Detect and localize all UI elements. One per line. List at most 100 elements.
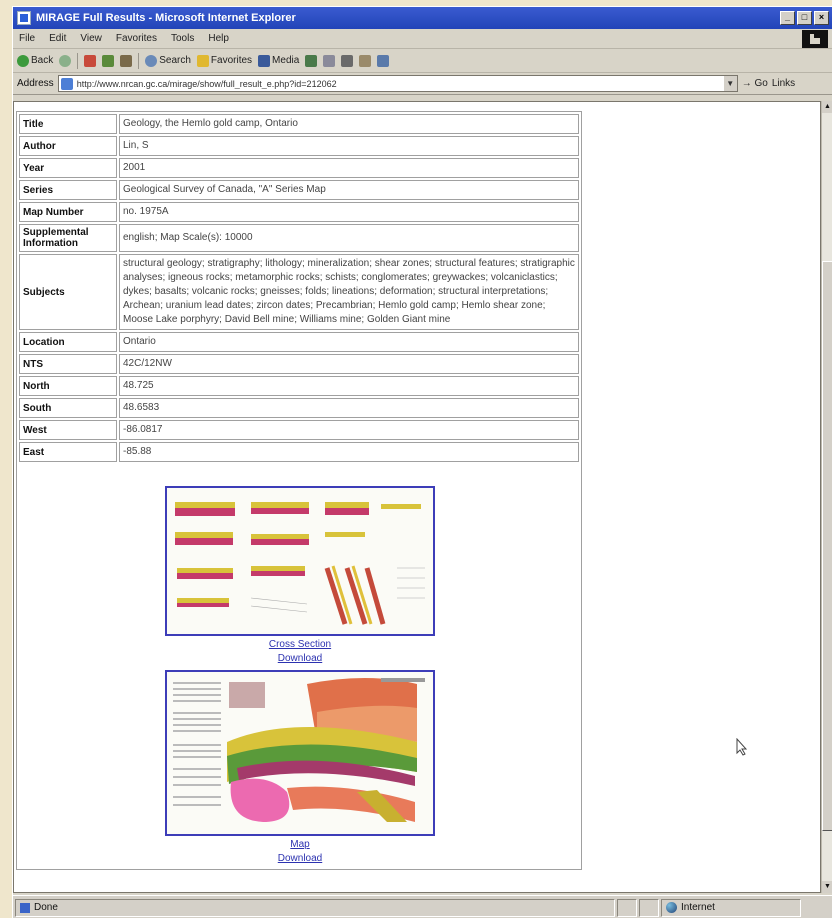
- page-content: Title Geology, the Hemlo gold camp, Ontar…: [13, 101, 821, 893]
- table-row: Author Lin, S: [19, 136, 579, 156]
- forward-arrow-icon: [59, 54, 72, 67]
- table-row: North 48.725: [19, 376, 579, 396]
- menu-bar: File Edit View Favorites Tools Help: [13, 29, 832, 49]
- windows-logo-icon: [802, 30, 828, 48]
- field-label: Title: [19, 114, 117, 134]
- table-row: Subjects structural geology; stratigraphy…: [19, 254, 579, 330]
- field-value: Geological Survey of Canada, "A" Series …: [119, 180, 579, 200]
- address-input[interactable]: http://www.nrcan.gc.ca/mirage/show/full_…: [57, 75, 738, 92]
- globe-icon: [666, 902, 677, 913]
- field-value: 2001: [119, 158, 579, 178]
- cross-section-download-link[interactable]: Download: [165, 652, 435, 666]
- field-label: East: [19, 442, 117, 462]
- ie-app-icon: [17, 11, 31, 25]
- table-row: South 48.6583: [19, 398, 579, 418]
- favorites-button[interactable]: Favorites: [196, 54, 253, 67]
- media-button[interactable]: Media: [258, 54, 299, 67]
- discuss-icon: [377, 54, 390, 67]
- field-label: Supplemental Information: [19, 224, 117, 252]
- table-row: Series Geological Survey of Canada, "A" S…: [19, 180, 579, 200]
- search-button[interactable]: Search: [145, 54, 191, 67]
- back-arrow-icon: [17, 54, 29, 67]
- menu-favorites[interactable]: Favorites: [116, 33, 157, 44]
- result-panel: Title Geology, the Hemlo gold camp, Ontar…: [16, 111, 582, 870]
- field-value: no. 1975A: [119, 202, 579, 222]
- forward-button[interactable]: [59, 54, 72, 67]
- map-thumbnail[interactable]: [165, 670, 435, 836]
- history-button[interactable]: [305, 54, 318, 67]
- menu-tools[interactable]: Tools: [171, 33, 194, 44]
- favorites-label: Favorites: [210, 55, 253, 66]
- edit-button[interactable]: [359, 54, 372, 67]
- discuss-button[interactable]: [377, 54, 390, 67]
- table-row: Year 2001: [19, 158, 579, 178]
- field-label: South: [19, 398, 117, 418]
- map-caption: Map Download: [165, 838, 435, 866]
- field-value: english; Map Scale(s): 10000: [119, 224, 579, 252]
- stop-icon: [84, 54, 97, 67]
- field-label: Year: [19, 158, 117, 178]
- maximize-button[interactable]: □: [797, 11, 812, 25]
- scroll-up-arrow-icon[interactable]: ▲: [822, 101, 832, 113]
- field-label: Subjects: [19, 254, 117, 330]
- toolbar-separator: [138, 52, 140, 69]
- scroll-thumb[interactable]: [822, 261, 832, 831]
- status-text: Done: [34, 902, 58, 913]
- status-panel: [617, 898, 637, 917]
- home-icon: [120, 54, 133, 67]
- map-link[interactable]: Map: [165, 838, 435, 852]
- table-row: Location Ontario: [19, 332, 579, 352]
- links-button[interactable]: Links: [772, 78, 795, 89]
- field-value: 48.725: [119, 376, 579, 396]
- print-button[interactable]: [341, 54, 354, 67]
- home-button[interactable]: [120, 54, 133, 67]
- cross-section-link[interactable]: Cross Section: [165, 638, 435, 652]
- close-button[interactable]: ×: [814, 11, 829, 25]
- field-value: -85.88: [119, 442, 579, 462]
- mouse-pointer-icon: [736, 738, 748, 756]
- title-bar: MIRAGE Full Results - Microsoft Internet…: [13, 7, 832, 29]
- minimize-button[interactable]: _: [780, 11, 795, 25]
- field-label: Author: [19, 136, 117, 156]
- map-download-link[interactable]: Download: [165, 852, 435, 866]
- field-value: Lin, S: [119, 136, 579, 156]
- address-url: http://www.nrcan.gc.ca/mirage/show/full_…: [76, 78, 337, 89]
- cross-section-image: [167, 488, 433, 634]
- menu-edit[interactable]: Edit: [49, 33, 66, 44]
- table-row: Supplemental Information english; Map Sca…: [19, 224, 579, 252]
- menu-view[interactable]: View: [80, 33, 102, 44]
- vertical-scrollbar[interactable]: ▲ ▼: [821, 101, 832, 893]
- menu-help[interactable]: Help: [208, 33, 229, 44]
- record-table: Title Geology, the Hemlo gold camp, Ontar…: [17, 112, 581, 464]
- cross-section-thumbnail[interactable]: [165, 486, 435, 636]
- back-label: Back: [31, 55, 54, 66]
- field-label: Map Number: [19, 202, 117, 222]
- table-row: Map Number no. 1975A: [19, 202, 579, 222]
- history-icon: [305, 54, 318, 67]
- map-image: [167, 672, 433, 834]
- field-value: 48.6583: [119, 398, 579, 418]
- scroll-down-arrow-icon[interactable]: ▼: [822, 881, 832, 893]
- table-row: West -86.0817: [19, 420, 579, 440]
- cross-section-caption: Cross Section Download: [165, 638, 435, 666]
- address-dropdown-button[interactable]: ▼: [722, 76, 737, 91]
- status-panel: [639, 898, 659, 917]
- search-icon: [145, 54, 158, 67]
- field-value: structural geology; stratigraphy; lithol…: [119, 254, 579, 330]
- back-button[interactable]: Back: [17, 54, 54, 67]
- field-label: West: [19, 420, 117, 440]
- refresh-button[interactable]: [102, 54, 115, 67]
- search-label: Search: [159, 55, 191, 66]
- refresh-icon: [102, 54, 115, 67]
- address-label: Address: [17, 78, 54, 89]
- zone-text: Internet: [681, 902, 715, 913]
- table-row: East -85.88: [19, 442, 579, 462]
- menu-file[interactable]: File: [19, 33, 35, 44]
- mail-button[interactable]: [323, 54, 336, 67]
- field-value: Geology, the Hemlo gold camp, Ontario: [119, 114, 579, 134]
- address-bar: Address http://www.nrcan.gc.ca/mirage/sh…: [13, 73, 832, 95]
- field-value: -86.0817: [119, 420, 579, 440]
- toolbar-separator: [77, 52, 79, 69]
- stop-button[interactable]: [84, 54, 97, 67]
- go-button[interactable]: → Go: [742, 78, 768, 89]
